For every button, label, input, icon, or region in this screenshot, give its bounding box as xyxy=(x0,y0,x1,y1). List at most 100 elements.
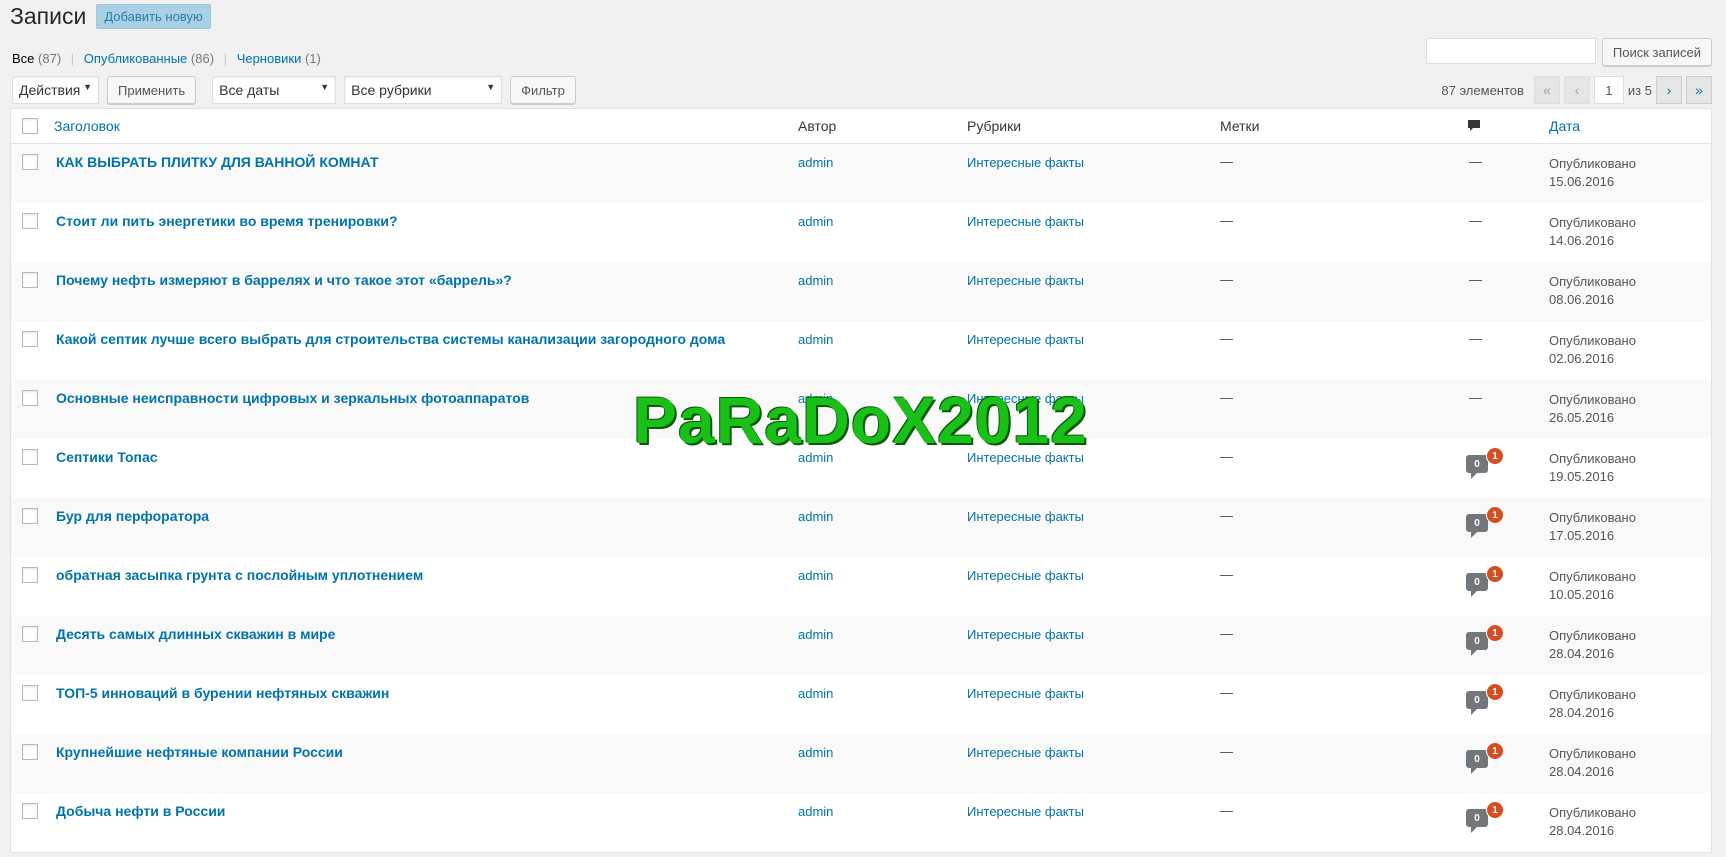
dropdown-arrow-icon: ▼ xyxy=(83,82,92,92)
row-checkbox[interactable] xyxy=(22,508,38,524)
post-tags: — xyxy=(1220,803,1233,818)
approved-comments-bubble[interactable]: 0 xyxy=(1466,691,1488,715)
post-author-link[interactable]: admin xyxy=(798,627,833,642)
row-checkbox[interactable] xyxy=(22,803,38,819)
post-author-link[interactable]: admin xyxy=(798,450,833,465)
post-title-link[interactable]: обратная засыпка грунта с послойным упло… xyxy=(56,567,423,583)
row-checkbox[interactable] xyxy=(22,449,38,465)
post-status: Опубликовано xyxy=(1549,274,1636,289)
post-author-link[interactable]: admin xyxy=(798,391,833,406)
pending-comments-badge[interactable]: 1 xyxy=(1486,801,1504,819)
approved-comments-bubble[interactable]: 0 xyxy=(1466,632,1488,656)
row-checkbox[interactable] xyxy=(22,567,38,583)
post-date: Опубликовано 19.05.2016 xyxy=(1549,450,1636,486)
category-filter-select[interactable]: Все рубрики ▼ xyxy=(344,76,503,104)
current-page-input[interactable]: 1 xyxy=(1593,76,1624,104)
search-input[interactable] xyxy=(1425,38,1596,64)
row-checkbox[interactable] xyxy=(22,331,38,347)
last-page-button[interactable]: » xyxy=(1686,76,1712,104)
post-category-link[interactable]: Интересные факты xyxy=(967,391,1084,406)
column-date-header[interactable]: Дата xyxy=(1549,118,1580,134)
date-filter-select[interactable]: Все даты ▼ xyxy=(212,76,337,104)
post-author-link[interactable]: admin xyxy=(798,155,833,170)
post-status: Опубликовано xyxy=(1549,392,1636,407)
post-title-link[interactable]: Септики Топас xyxy=(56,449,158,465)
post-tags: — xyxy=(1220,331,1233,346)
approved-comments-bubble[interactable]: 0 xyxy=(1466,809,1488,833)
view-published-link[interactable]: Опубликованные xyxy=(84,51,188,66)
post-title-link[interactable]: ТОП-5 инноваций в бурении нефтяных скваж… xyxy=(56,685,389,701)
post-category-link[interactable]: Интересные факты xyxy=(967,568,1084,583)
post-date-value: 28.04.2016 xyxy=(1549,823,1615,838)
post-title-link[interactable]: Почему нефть измеряют в баррелях и что т… xyxy=(56,272,512,288)
select-all-checkbox[interactable] xyxy=(22,118,38,134)
search-button[interactable]: Поиск записей xyxy=(1601,38,1712,66)
row-checkbox[interactable] xyxy=(22,272,38,288)
comment-bubble-icon[interactable] xyxy=(1467,119,1481,136)
add-new-button[interactable]: Добавить новую xyxy=(96,4,211,29)
approved-comments-bubble[interactable]: 0 xyxy=(1466,750,1488,774)
bulk-actions-select[interactable]: Действия ▼ xyxy=(12,76,99,104)
row-checkbox[interactable] xyxy=(22,390,38,406)
row-checkbox[interactable] xyxy=(22,685,38,701)
post-title-link[interactable]: Бур для перфоратора xyxy=(56,508,209,524)
comments-cell: 01 xyxy=(1466,683,1510,717)
post-author-link[interactable]: admin xyxy=(798,214,833,229)
post-title-link[interactable]: Стоит ли пить энергетики во время тренир… xyxy=(56,213,398,229)
post-category-link[interactable]: Интересные факты xyxy=(967,155,1084,170)
approved-comments-bubble[interactable]: 0 xyxy=(1466,514,1488,538)
view-drafts-link[interactable]: Черновики xyxy=(237,51,302,66)
dropdown-arrow-icon: ▼ xyxy=(486,82,496,92)
post-author-link[interactable]: admin xyxy=(798,332,833,347)
post-author-link[interactable]: admin xyxy=(798,273,833,288)
post-tags: — xyxy=(1220,508,1233,523)
post-date: Опубликовано 26.05.2016 xyxy=(1549,391,1636,427)
post-author-link[interactable]: admin xyxy=(798,745,833,760)
post-category-link[interactable]: Интересные факты xyxy=(967,804,1084,819)
post-date: Опубликовано 15.06.2016 xyxy=(1549,155,1636,191)
pending-comments-badge[interactable]: 1 xyxy=(1486,624,1504,642)
post-category-link[interactable]: Интересные факты xyxy=(967,450,1084,465)
post-category-link[interactable]: Интересные факты xyxy=(967,214,1084,229)
column-title-header[interactable]: Заголовок xyxy=(54,118,120,134)
post-category-link[interactable]: Интересные факты xyxy=(967,627,1084,642)
view-all-link[interactable]: Все xyxy=(12,51,34,66)
comments-cell: 01 xyxy=(1466,742,1510,776)
post-title-link[interactable]: Какой септик лучше всего выбрать для стр… xyxy=(56,331,725,347)
post-title-link[interactable]: КАК ВЫБРАТЬ ПЛИТКУ ДЛЯ ВАННОЙ КОМНАТ xyxy=(56,154,379,170)
post-category-link[interactable]: Интересные факты xyxy=(967,686,1084,701)
post-category-link[interactable]: Интересные факты xyxy=(967,745,1084,760)
post-title-link[interactable]: Десять самых длинных скважин в мире xyxy=(56,626,335,642)
post-category-link[interactable]: Интересные факты xyxy=(967,273,1084,288)
next-page-button[interactable]: › xyxy=(1656,76,1682,104)
row-checkbox[interactable] xyxy=(22,154,38,170)
pending-comments-badge[interactable]: 1 xyxy=(1486,742,1504,760)
approved-comments-bubble[interactable]: 0 xyxy=(1466,455,1488,479)
pending-comments-badge[interactable]: 1 xyxy=(1486,506,1504,524)
row-checkbox[interactable] xyxy=(22,213,38,229)
table-row: Бур для перфоратора admin Интересные факты… xyxy=(11,498,1711,557)
pending-comments-badge[interactable]: 1 xyxy=(1486,683,1504,701)
apply-button[interactable]: Применить xyxy=(107,76,197,104)
post-title-link[interactable]: Крупнейшие нефтяные компании России xyxy=(56,744,343,760)
post-title-link[interactable]: Основные неисправности цифровых и зеркал… xyxy=(56,390,529,406)
table-row: Септики Топас admin Интересные факты — 0 1 Опу… xyxy=(11,439,1711,498)
post-author-link[interactable]: admin xyxy=(798,568,833,583)
table-row: Десять самых длинных скважин в мире admin… xyxy=(11,616,1711,675)
post-tags: — xyxy=(1220,626,1233,641)
post-category-link[interactable]: Интересные факты xyxy=(967,332,1084,347)
post-tags: — xyxy=(1220,154,1233,169)
post-author-link[interactable]: admin xyxy=(798,509,833,524)
row-checkbox[interactable] xyxy=(22,744,38,760)
post-category-link[interactable]: Интересные факты xyxy=(967,509,1084,524)
post-author-link[interactable]: admin xyxy=(798,804,833,819)
approved-comments-bubble[interactable]: 0 xyxy=(1466,573,1488,597)
filter-button[interactable]: Фильтр xyxy=(510,76,576,104)
post-status: Опубликовано xyxy=(1549,215,1636,230)
post-title-link[interactable]: Добыча нефти в России xyxy=(56,803,225,819)
pending-comments-badge[interactable]: 1 xyxy=(1486,447,1504,465)
pending-comments-badge[interactable]: 1 xyxy=(1486,565,1504,583)
row-checkbox[interactable] xyxy=(22,626,38,642)
post-date-value: 15.06.2016 xyxy=(1549,174,1615,189)
post-author-link[interactable]: admin xyxy=(798,686,833,701)
